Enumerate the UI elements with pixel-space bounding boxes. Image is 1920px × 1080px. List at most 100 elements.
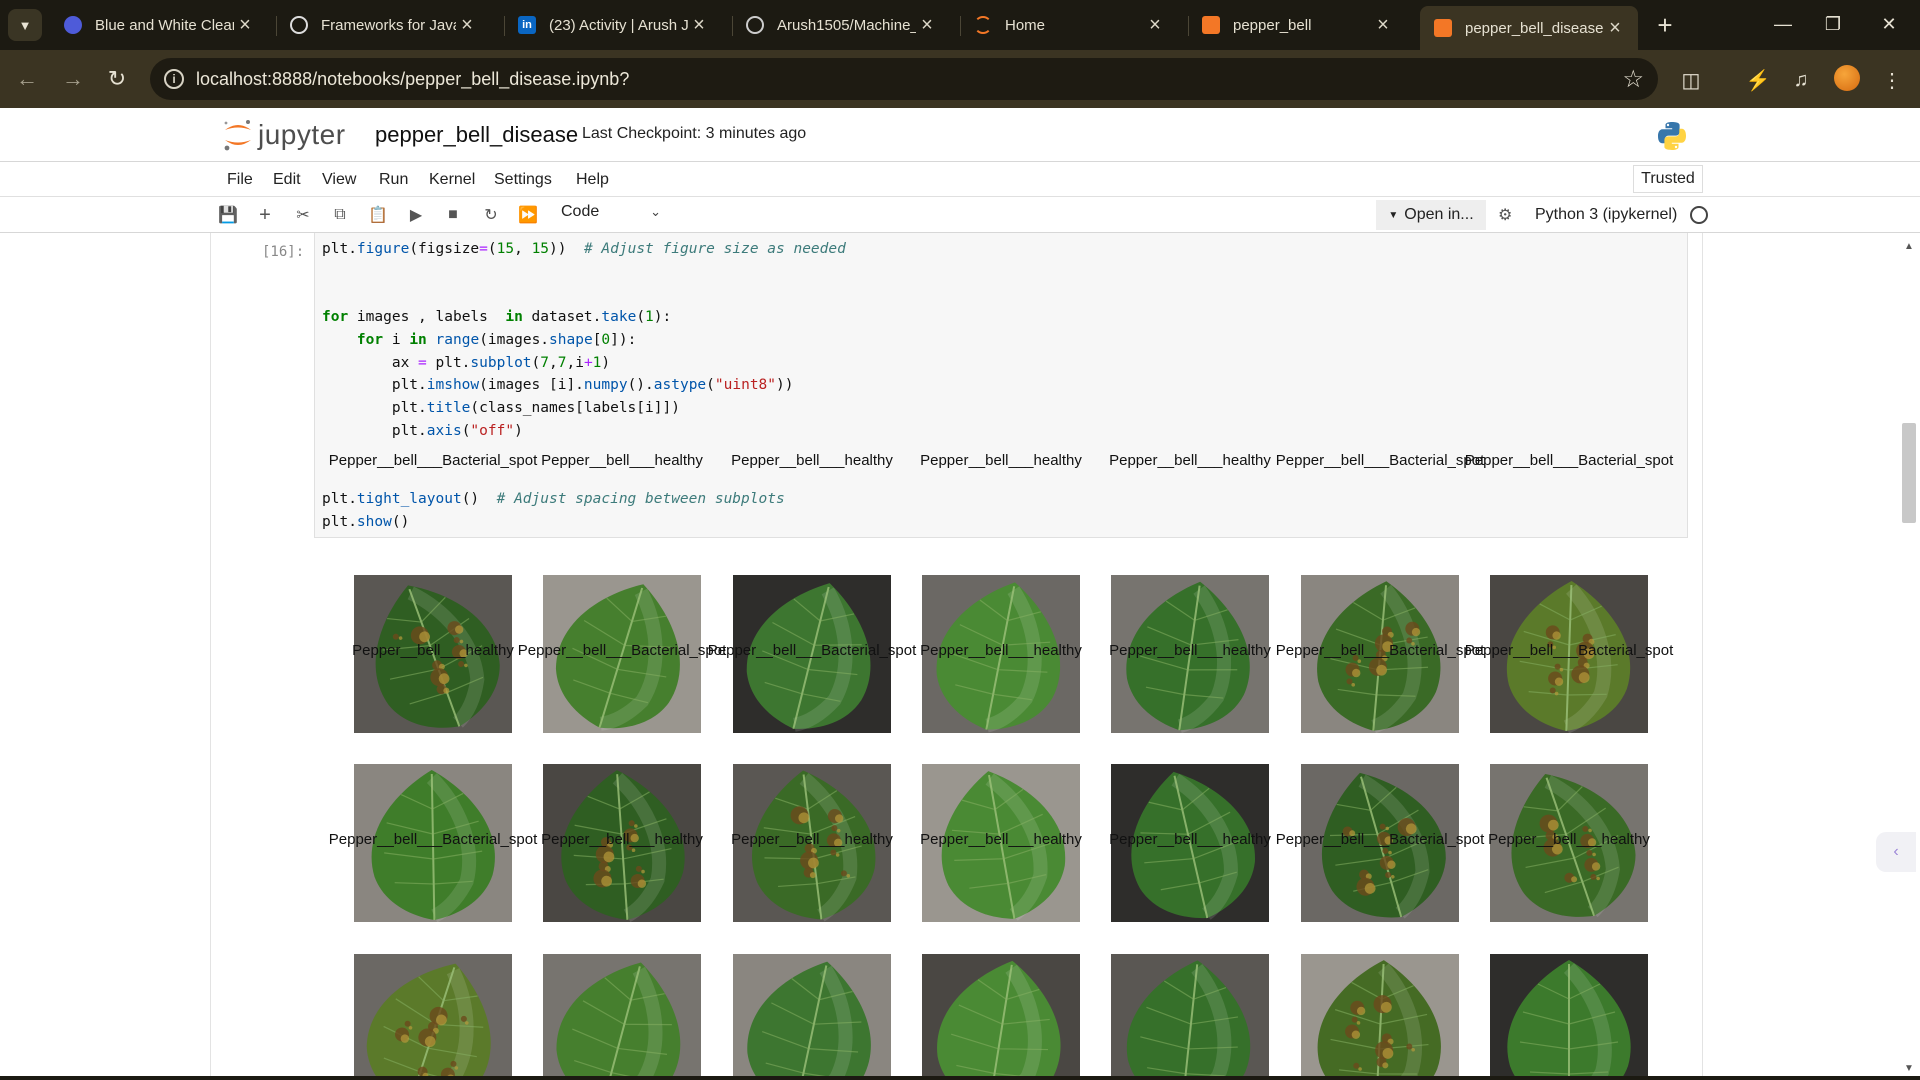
restore-icon: ❐ <box>1824 13 1842 34</box>
tab-title: pepper_bell <box>1233 16 1312 34</box>
restart-icon[interactable]: ↻ <box>479 204 503 226</box>
browser-tab-4[interactable]: Arush1505/Machine_ × <box>732 8 950 42</box>
browser-tab-1[interactable]: Blue and White Clean × <box>50 8 268 42</box>
notebook-icon <box>1434 19 1452 37</box>
scrollbar-thumb[interactable] <box>1902 423 1916 523</box>
menu-run[interactable]: Run <box>379 171 408 189</box>
side-panel-toggle[interactable]: ‹ <box>1876 832 1916 872</box>
tab-title: Frameworks for Java <box>321 16 456 34</box>
close-icon[interactable]: × <box>1604 17 1626 39</box>
menu-view[interactable]: View <box>322 171 356 189</box>
subplot-title: Pepper__bell___Bacterial_spot <box>1464 642 1674 659</box>
subplot-title: Pepper__bell___healthy <box>541 831 703 848</box>
collapse-icon: ‹ <box>1893 843 1899 860</box>
browser-tab-active[interactable]: pepper_bell_disease × <box>1420 6 1638 50</box>
subplot-title: Pepper__bell___healthy <box>920 452 1082 469</box>
close-icon[interactable]: × <box>1144 14 1166 36</box>
subplot-title: Pepper__bell___healthy <box>731 831 893 848</box>
notebook-icon <box>1202 16 1220 34</box>
open-in-button[interactable]: ▼ Open in... <box>1376 200 1486 230</box>
close-icon[interactable]: × <box>916 14 938 36</box>
leaf-photo <box>1490 954 1648 1080</box>
subplot-title: Pepper__bell___Bacterial_spot <box>1275 452 1485 469</box>
run-icon[interactable]: ▶ <box>404 204 428 226</box>
menu-settings[interactable]: Settings <box>494 171 552 189</box>
notebook-scrollbar[interactable]: ▲ ▼ <box>1898 233 1920 1080</box>
menu-edit[interactable]: Edit <box>273 171 301 189</box>
code-cell-editor[interactable]: plt.figure(figsize=(15, 15)) # Adjust fi… <box>314 233 1688 538</box>
stop-icon[interactable]: ■ <box>441 204 465 226</box>
cut-icon[interactable]: ✂ <box>291 204 315 226</box>
menu-kernel[interactable]: Kernel <box>429 171 475 189</box>
cell-type-select[interactable]: Code ⌄ <box>561 203 661 227</box>
save-icon[interactable]: 💾 <box>216 204 240 226</box>
restore-button[interactable]: ❐ <box>1810 8 1856 40</box>
profile-avatar[interactable] <box>1834 65 1860 91</box>
close-window-button[interactable]: ✕ <box>1866 8 1912 40</box>
leaf-image <box>543 954 701 1080</box>
jupyter-logo[interactable]: jupyter <box>222 118 346 152</box>
browser-tab-5[interactable]: Home × <box>960 8 1178 42</box>
kernel-name[interactable]: Python 3 (ipykernel) <box>1535 206 1677 224</box>
menu-help[interactable]: Help <box>576 171 609 189</box>
copy-icon[interactable]: ⧉ <box>328 204 352 226</box>
close-icon[interactable]: × <box>456 14 478 36</box>
leaf-image <box>922 954 1080 1080</box>
subplot-title: Pepper__bell___healthy <box>541 452 703 469</box>
reload-button[interactable]: ↻ <box>102 64 132 94</box>
leaf-image <box>733 954 891 1080</box>
code-line: plt.figure(figsize=(15, 15)) # Adjust fi… <box>322 241 846 257</box>
close-icon: ✕ <box>1881 13 1897 34</box>
site-info-icon[interactable]: i <box>164 69 184 89</box>
close-icon[interactable]: × <box>1372 14 1394 36</box>
run-all-icon[interactable]: ⏩ <box>516 204 540 226</box>
arrow-right-icon: → <box>62 66 84 91</box>
browser-tab-2[interactable]: Frameworks for Java × <box>276 8 490 42</box>
new-tab-button[interactable]: + <box>1650 10 1680 40</box>
debugger-bug-icon[interactable]: ⚙ <box>1498 205 1512 225</box>
subplot-title: Pepper__bell___healthy <box>1109 642 1271 659</box>
media-control-icon[interactable]: ♫ <box>1787 66 1815 94</box>
minimize-button[interactable]: — <box>1760 8 1806 40</box>
code-line: for images , labels in dataset.take(1): <box>322 309 672 325</box>
minimize-icon: — <box>1774 13 1792 34</box>
leaf-photo <box>1301 954 1459 1080</box>
bookmark-star-icon[interactable]: ☆ <box>1622 65 1644 94</box>
tab-search-button[interactable]: ▼ <box>8 9 42 41</box>
browser-toolbar: ← → ↻ i localhost:8888/notebooks/pepper_… <box>0 50 1920 108</box>
more-menu-icon[interactable]: ⋮ <box>1878 66 1906 94</box>
url-text[interactable]: localhost:8888/notebooks/pepper_bell_dis… <box>196 69 629 90</box>
back-button[interactable]: ← <box>12 64 42 94</box>
subplot-title: Pepper__bell___healthy <box>352 642 514 659</box>
subplot-title: Pepper__bell___Bacterial_spot <box>707 642 917 659</box>
performance-icon[interactable]: ⚡ <box>1744 66 1772 94</box>
browser-tab-6[interactable]: pepper_bell × <box>1188 8 1406 42</box>
code-line: plt.tight_layout() # Adjust spacing betw… <box>322 491 785 507</box>
checkpoint-status: Last Checkpoint: 3 minutes ago <box>582 125 807 142</box>
close-icon[interactable]: × <box>688 14 710 36</box>
python-logo-icon <box>1658 122 1686 150</box>
jupyter-wordmark: jupyter <box>258 119 346 150</box>
openai-icon <box>290 16 308 34</box>
forward-button[interactable]: → <box>58 64 88 94</box>
window-bottom-edge <box>0 1076 1920 1080</box>
browser-tab-3[interactable]: in (23) Activity | Arush Ja × <box>504 8 722 42</box>
trusted-indicator[interactable]: Trusted <box>1633 165 1703 193</box>
extensions-icon[interactable]: ◫ <box>1677 66 1705 94</box>
insert-cell-icon[interactable]: + <box>253 204 277 226</box>
leaf-image <box>1490 954 1648 1080</box>
scroll-down-icon[interactable]: ▼ <box>1904 1063 1914 1074</box>
notebook-border <box>1702 233 1703 1080</box>
subplot-title: Pepper__bell___healthy <box>1109 831 1271 848</box>
chevron-down-icon: ▼ <box>18 17 32 33</box>
menu-file[interactable]: File <box>227 171 253 189</box>
subplot-title: Pepper__bell___Bacterial_spot <box>328 452 538 469</box>
scroll-up-icon[interactable]: ▲ <box>1904 241 1914 252</box>
tab-title: (23) Activity | Arush Ja <box>549 16 688 34</box>
tab-title: Blue and White Clean <box>95 16 234 34</box>
close-icon[interactable]: × <box>234 14 256 36</box>
code-line: plt.imshow(images [i].numpy().astype("ui… <box>322 377 794 393</box>
paste-icon[interactable]: 📋 <box>366 204 390 226</box>
notebook-title[interactable]: pepper_bell_disease <box>375 122 578 148</box>
address-bar[interactable]: i localhost:8888/notebooks/pepper_bell_d… <box>150 58 1658 100</box>
